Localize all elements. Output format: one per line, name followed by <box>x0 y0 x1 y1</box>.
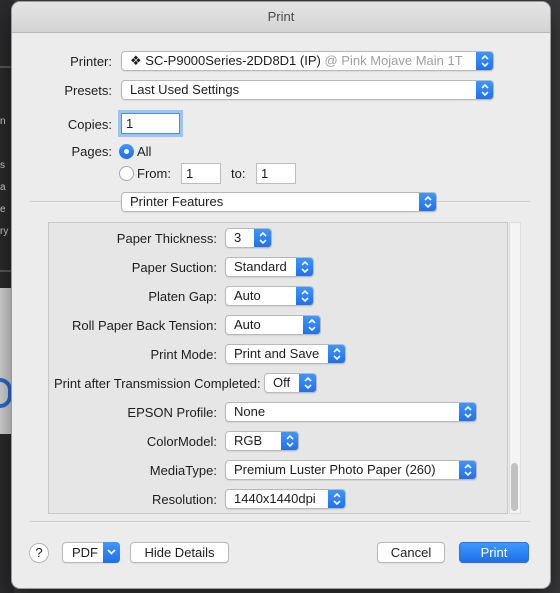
pages-to-input[interactable]: 1 <box>256 163 296 184</box>
printer-name: SC-P9000Series-2DD8D1 (IP) <box>145 53 321 68</box>
updown-chevron-icon <box>459 461 476 479</box>
feature-label: Platen Gap: <box>148 289 217 304</box>
feature-value: 1440x1440dpi <box>234 491 316 506</box>
printer-location: @ Pink Mojave Main 1T <box>324 53 463 68</box>
feature-label: Print Mode: <box>150 347 217 362</box>
updown-chevron-icon <box>328 490 345 508</box>
feature-label: ColorModel: <box>146 434 217 449</box>
presets-value: Last Used Settings <box>130 82 240 97</box>
updown-chevron-icon <box>328 345 345 363</box>
feature-value: RGB <box>234 433 263 448</box>
feature-value: Auto <box>234 288 261 303</box>
background-text: e <box>0 204 6 215</box>
pages-all-radio[interactable] <box>119 144 134 159</box>
color-model-popup[interactable]: RGB <box>225 431 299 451</box>
updown-chevron-icon <box>281 432 298 450</box>
print-mode-popup[interactable]: Print and Save <box>225 344 346 364</box>
updown-chevron-icon <box>303 316 320 334</box>
feature-label: Paper Thickness: <box>116 231 217 246</box>
updown-chevron-icon <box>476 52 493 70</box>
updown-chevron-icon <box>254 229 271 247</box>
updown-chevron-icon <box>459 403 476 421</box>
pages-to-label: to: <box>231 166 246 181</box>
feature-label: Resolution: <box>151 492 217 507</box>
pdf-menu-button[interactable]: PDF <box>62 542 120 563</box>
feature-value: Premium Luster Photo Paper (260) <box>234 462 436 477</box>
background-text: a <box>0 182 6 193</box>
footer-separator <box>30 521 530 522</box>
media-type-popup[interactable]: Premium Luster Photo Paper (260) <box>225 460 477 480</box>
background-text: n <box>0 116 6 127</box>
copies-input[interactable]: 1 <box>121 113 180 134</box>
feature-label: Roll Paper Back Tension: <box>71 318 217 333</box>
copies-label: Copies: <box>67 117 112 132</box>
print-dialog: Print Printer: ❖ SC-P9000Series-2DD8D1 (… <box>12 2 550 588</box>
feature-label: EPSON Profile: <box>127 405 217 420</box>
printer-features-popup[interactable]: Printer Features <box>121 192 437 212</box>
cancel-button[interactable]: Cancel <box>377 542 445 563</box>
epson-profile-popup[interactable]: None <box>225 402 477 422</box>
pages-from-radio[interactable] <box>119 166 134 181</box>
feature-value: Auto <box>234 317 261 332</box>
presets-popup[interactable]: Last Used Settings <box>121 80 494 100</box>
roll-paper-tension-popup[interactable]: Auto <box>225 315 321 335</box>
pages-all-label: All <box>137 144 152 159</box>
print-button[interactable]: Print <box>459 542 529 563</box>
updown-chevron-icon <box>296 287 313 305</box>
background-text: ry <box>0 226 9 237</box>
printer-glyph-icon: ❖ <box>130 53 142 68</box>
background-text: s <box>0 160 5 171</box>
print-after-transmission-popup[interactable]: Off <box>264 373 317 393</box>
feature-value: 3 <box>234 230 242 245</box>
section-value: Printer Features <box>130 194 224 209</box>
updown-chevron-icon <box>419 193 436 211</box>
feature-label: Paper Suction: <box>131 260 217 275</box>
feature-value: Off <box>273 375 291 390</box>
resolution-popup[interactable]: 1440x1440dpi <box>225 489 346 509</box>
feature-value: Print and Save <box>234 346 320 361</box>
background-panel <box>0 288 12 434</box>
pdf-label: PDF <box>72 545 98 560</box>
features-scroll-thumb[interactable] <box>511 463 518 511</box>
chevron-down-icon <box>103 542 120 563</box>
pages-from-label: From: <box>137 166 171 181</box>
feature-label: MediaType: <box>149 463 217 478</box>
platen-gap-popup[interactable]: Auto <box>225 286 314 306</box>
hide-details-button[interactable]: Hide Details <box>130 542 229 563</box>
updown-chevron-icon <box>296 258 313 276</box>
pages-label: Pages: <box>71 144 112 159</box>
feature-value: None <box>234 404 266 419</box>
feature-value: Standard <box>234 259 287 274</box>
paper-thickness-popup[interactable]: 3 <box>225 228 272 248</box>
help-button[interactable]: ? <box>29 543 49 563</box>
paper-suction-popup[interactable]: Standard <box>225 257 314 277</box>
window-title: Print <box>12 2 550 33</box>
updown-chevron-icon <box>476 81 493 99</box>
printer-label: Printer: <box>70 54 112 69</box>
updown-chevron-icon <box>299 374 316 392</box>
presets-label: Presets: <box>64 83 112 98</box>
pages-from-input[interactable]: 1 <box>181 163 221 184</box>
feature-label: Print after Transmission Completed: <box>54 376 261 391</box>
printer-popup[interactable]: ❖ SC-P9000Series-2DD8D1 (IP) @ Pink Moja… <box>121 51 494 71</box>
